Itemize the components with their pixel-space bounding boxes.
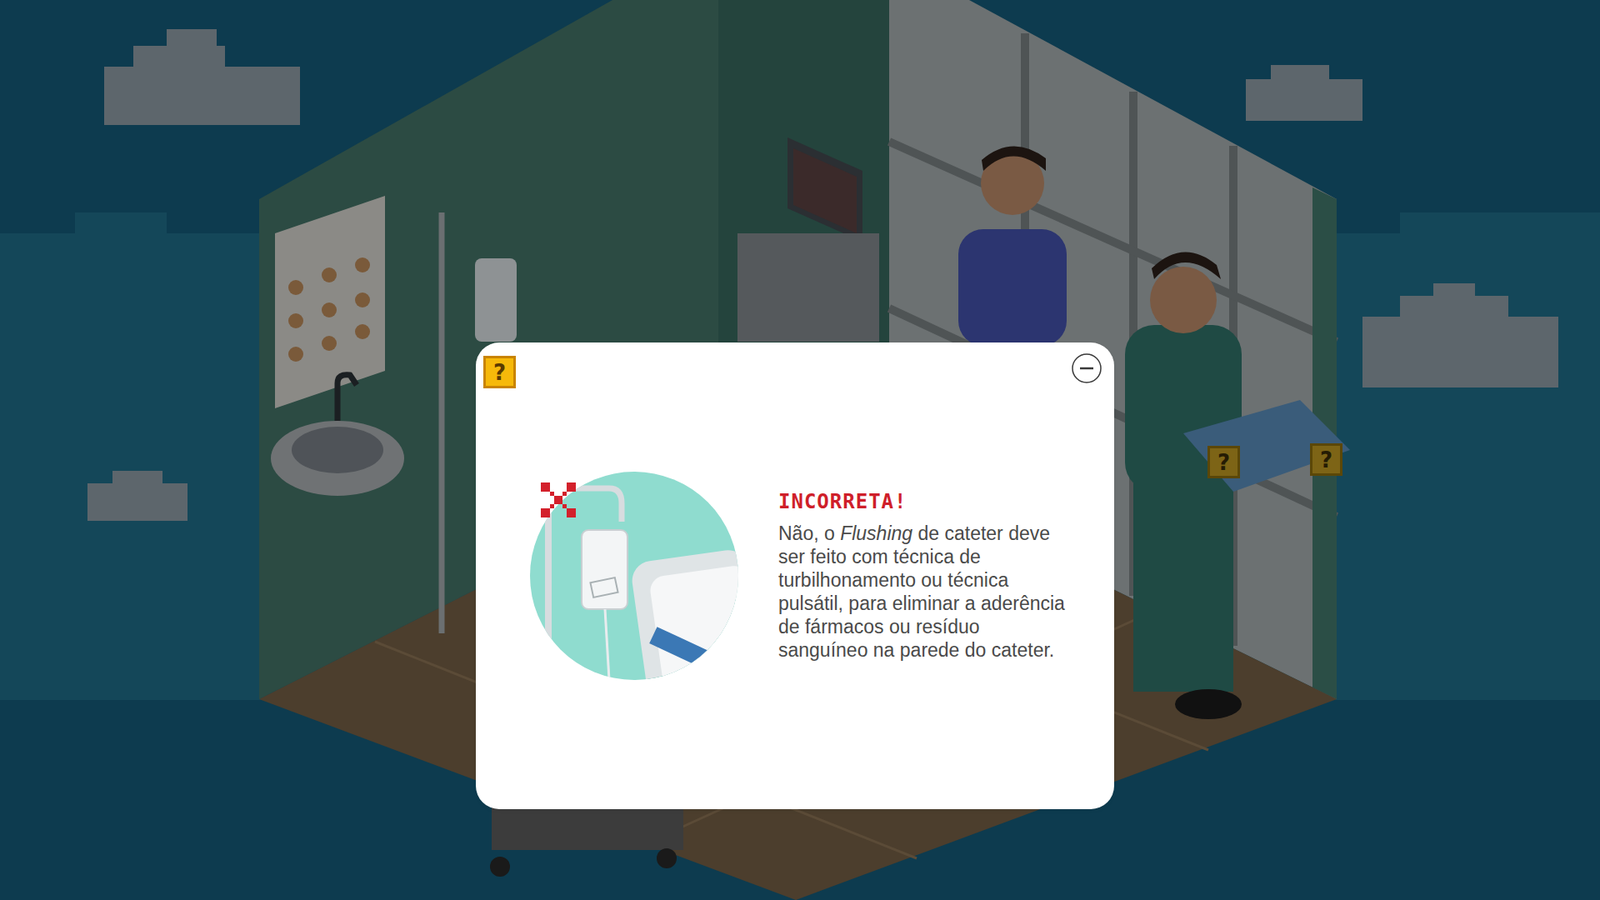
italic-term: Flushing xyxy=(840,522,913,545)
feedback-message: Não, o Flushing de cateter deve ser feit… xyxy=(778,521,1070,662)
message-text: Não, o xyxy=(778,522,840,545)
hint-box[interactable]: ? xyxy=(1310,443,1343,476)
hint-box[interactable]: ? xyxy=(483,355,516,389)
minimize-button[interactable] xyxy=(1070,352,1103,385)
wrong-answer-icon xyxy=(536,478,580,522)
result-title: INCORRETA! xyxy=(778,490,1070,515)
illustration xyxy=(530,471,739,680)
feedback-dialog: INCORRETA! Não, o Flushing de cateter de… xyxy=(475,342,1115,810)
game-stage: INCORRETA! Não, o Flushing de cateter de… xyxy=(0,0,1600,900)
hint-box[interactable]: ? xyxy=(1207,445,1240,479)
minimize-icon xyxy=(1070,352,1103,385)
